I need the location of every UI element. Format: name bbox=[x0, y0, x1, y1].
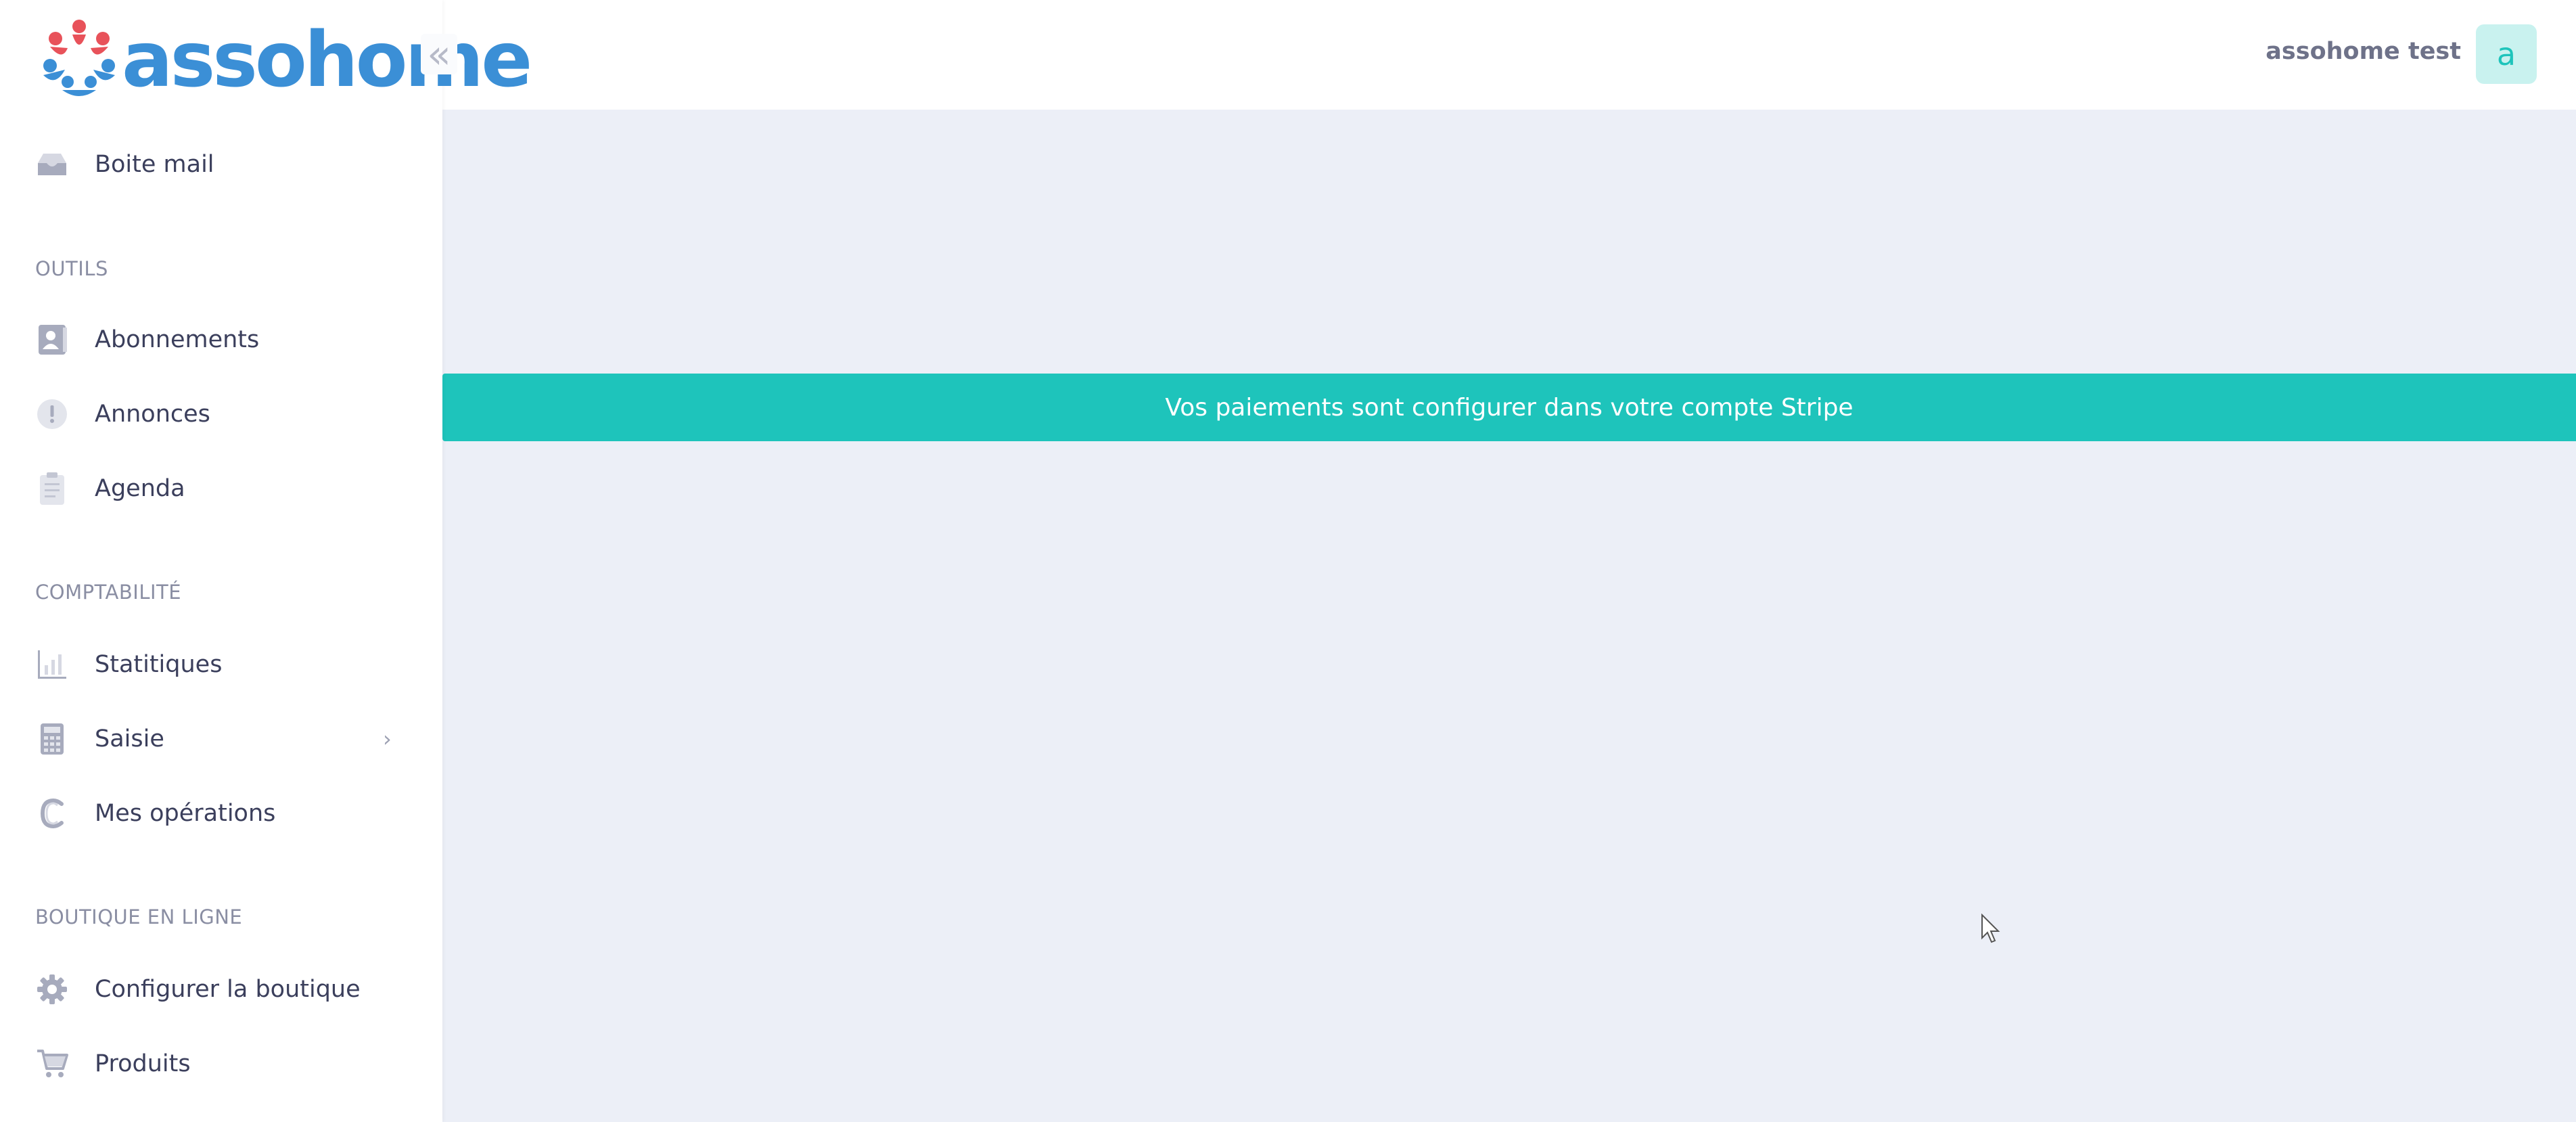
cart-icon bbox=[35, 1047, 69, 1081]
sidebar-item-label: Agenda bbox=[95, 475, 185, 502]
sidebar-item-saisie[interactable]: Saisie › bbox=[0, 709, 442, 769]
sidebar: assohome « Boite mail OUTILS Abonnements… bbox=[0, 0, 532, 1122]
people-logo-icon bbox=[35, 14, 123, 102]
sidebar-item-abonnements[interactable]: Abonnements bbox=[0, 309, 442, 370]
sidebar-item-label: Boite mail bbox=[95, 151, 214, 178]
sidebar-item-label: Abonnements bbox=[95, 326, 260, 353]
sidebar-item-produits[interactable]: Produits bbox=[0, 1033, 442, 1094]
exclamation-circle-icon bbox=[35, 397, 69, 431]
sidebar-item-configurer-la-boutique[interactable]: Configurer la boutique bbox=[0, 959, 442, 1020]
section-title-outils: OUTILS bbox=[35, 257, 108, 280]
euro-icon bbox=[35, 796, 69, 830]
gear-icon bbox=[35, 972, 69, 1006]
sidebar-item-agenda[interactable]: Agenda bbox=[0, 458, 442, 519]
brand-name: assohome bbox=[122, 16, 532, 104]
section-title-boutique-en-ligne: BOUTIQUE EN LIGNE bbox=[35, 905, 243, 928]
sidebar-item-boite-mail[interactable]: Boite mail bbox=[0, 134, 442, 195]
brand-logo[interactable]: assohome bbox=[35, 11, 532, 106]
bar-chart-icon bbox=[35, 648, 69, 681]
clipboard-icon bbox=[35, 472, 69, 506]
chevron-right-icon: › bbox=[383, 726, 392, 752]
avatar[interactable]: a bbox=[2476, 24, 2537, 84]
main-content bbox=[442, 110, 2576, 1122]
sidebar-item-mes-operations[interactable]: Mes opérations bbox=[0, 783, 442, 844]
sidebar-item-statitiques[interactable]: Statitiques bbox=[0, 634, 442, 695]
sidebar-item-label: Produits bbox=[95, 1050, 191, 1077]
top-bar: assohome test a bbox=[442, 0, 2576, 110]
sidebar-item-annonces[interactable]: Annonces bbox=[0, 384, 442, 445]
inbox-icon bbox=[35, 148, 69, 181]
sidebar-item-label: Mes opérations bbox=[95, 800, 276, 827]
user-name[interactable]: assohome test bbox=[2266, 38, 2461, 65]
contact-card-icon bbox=[35, 323, 69, 357]
sidebar-item-label: Configurer la boutique bbox=[95, 976, 361, 1003]
sidebar-item-label: Statitiques bbox=[95, 651, 223, 678]
calculator-icon bbox=[35, 722, 69, 756]
stripe-info-banner: Vos paiements sont configurer dans votre… bbox=[442, 374, 2576, 441]
section-title-comptabilite: COMPTABILITÉ bbox=[35, 581, 182, 604]
collapse-sidebar-icon[interactable]: « bbox=[421, 31, 457, 77]
mouse-cursor-icon bbox=[1981, 913, 2001, 943]
sidebar-item-label: Saisie bbox=[95, 725, 164, 753]
sidebar-item-label: Annonces bbox=[95, 401, 210, 428]
